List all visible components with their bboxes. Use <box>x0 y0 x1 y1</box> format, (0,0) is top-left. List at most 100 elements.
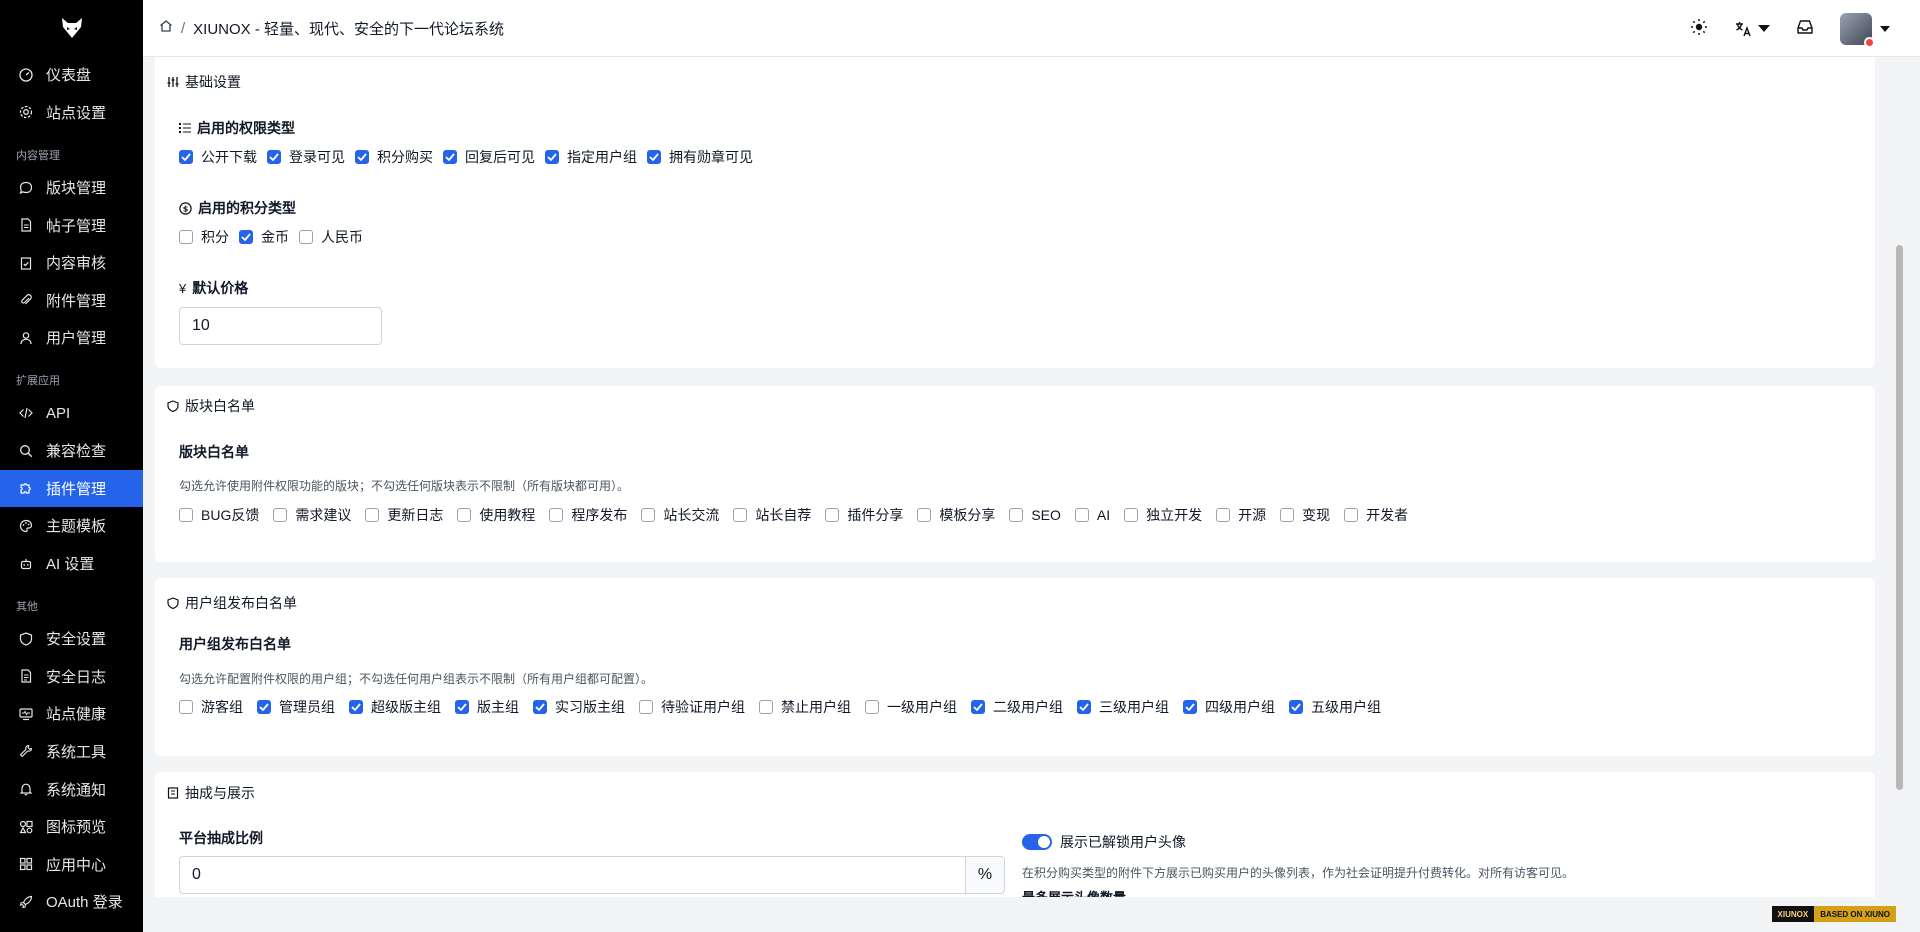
checkbox-option[interactable]: 开源 <box>1216 505 1266 525</box>
checkbox-option[interactable]: 一级用户组 <box>865 697 957 717</box>
scrollbar-thumb[interactable] <box>1896 245 1903 790</box>
checkbox-unchecked[interactable] <box>759 700 773 714</box>
checkbox-checked[interactable] <box>1077 700 1091 714</box>
checkbox-unchecked[interactable] <box>825 508 840 522</box>
checkbox-unchecked[interactable] <box>641 508 656 522</box>
checkbox-checked[interactable] <box>355 150 369 164</box>
checkbox-option[interactable]: 需求建议 <box>273 505 351 525</box>
powered-by-badge[interactable]: XIUNOX BASED ON XIUNO <box>1771 906 1896 922</box>
breadcrumb-title[interactable]: XIUNOX - 轻量、现代、安全的下一代论坛系统 <box>193 18 504 39</box>
checkbox-unchecked[interactable] <box>1124 508 1139 522</box>
checkbox-option[interactable]: BUG反馈 <box>179 505 259 525</box>
checkbox-unchecked[interactable] <box>179 230 193 244</box>
checkbox-unchecked[interactable] <box>365 508 380 522</box>
sidebar-item[interactable]: 系统工具 <box>0 733 143 771</box>
checkbox-checked[interactable] <box>533 700 547 714</box>
checkbox-unchecked[interactable] <box>549 508 564 522</box>
checkbox-option[interactable]: 站长自荐 <box>733 505 811 525</box>
checkbox-option[interactable]: 回复后可见 <box>443 147 535 167</box>
checkbox-unchecked[interactable] <box>1344 508 1359 522</box>
checkbox-option[interactable]: 程序发布 <box>549 505 627 525</box>
checkbox-checked[interactable] <box>257 700 271 714</box>
user-menu[interactable] <box>1840 12 1890 48</box>
checkbox-unchecked[interactable] <box>865 700 879 714</box>
checkbox-option[interactable]: 拥有勋章可见 <box>647 147 753 167</box>
checkbox-unchecked[interactable] <box>179 508 193 522</box>
sidebar-item[interactable]: 主题模板 <box>0 507 143 545</box>
checkbox-unchecked[interactable] <box>273 508 288 522</box>
checkbox-option[interactable]: 公开下载 <box>179 147 257 167</box>
checkbox-option[interactable]: 变现 <box>1280 505 1330 525</box>
checkbox-option[interactable]: 游客组 <box>179 697 243 717</box>
checkbox-option[interactable]: 使用教程 <box>457 505 535 525</box>
checkbox-option[interactable]: 模板分享 <box>917 505 995 525</box>
checkbox-checked[interactable] <box>1183 700 1197 714</box>
sidebar-item[interactable]: 系统通知 <box>0 770 143 808</box>
sidebar-item[interactable]: AI 设置 <box>0 545 143 583</box>
sidebar-item[interactable]: 插件管理 <box>0 469 143 508</box>
sidebar-item[interactable]: 仪表盘 <box>0 56 143 94</box>
checkbox-option[interactable]: 积分购买 <box>355 147 433 167</box>
checkbox-option[interactable]: 指定用户组 <box>545 147 637 167</box>
checkbox-option[interactable]: 超级版主组 <box>349 697 441 717</box>
checkbox-option[interactable]: 更新日志 <box>365 505 443 525</box>
checkbox-option[interactable]: 人民币 <box>299 227 363 247</box>
checkbox-checked[interactable] <box>545 150 559 164</box>
sidebar-item[interactable]: 版块管理 <box>0 169 143 207</box>
checkbox-checked[interactable] <box>179 150 193 164</box>
checkbox-option[interactable]: 积分 <box>179 227 229 247</box>
checkbox-option[interactable]: 版主组 <box>455 697 519 717</box>
sidebar-item[interactable]: 站点健康 <box>0 695 143 733</box>
sidebar-item[interactable]: 安全设置 <box>0 620 143 658</box>
sun-icon[interactable] <box>1690 18 1708 40</box>
checkbox-checked[interactable] <box>349 700 363 714</box>
checkbox-checked[interactable] <box>971 700 985 714</box>
checkbox-option[interactable]: 三级用户组 <box>1077 697 1169 717</box>
checkbox-checked[interactable] <box>443 150 457 164</box>
sidebar-item[interactable]: 站点设置 <box>0 94 143 132</box>
checkbox-unchecked[interactable] <box>457 508 472 522</box>
unlock-avatar-toggle[interactable] <box>1022 834 1052 850</box>
checkbox-option[interactable]: 金币 <box>239 227 289 247</box>
page-scrollbar[interactable] <box>1892 57 1906 897</box>
sidebar-item[interactable]: 兼容检查 <box>0 432 143 470</box>
checkbox-option[interactable]: 站长交流 <box>641 505 719 525</box>
checkbox-unchecked[interactable] <box>917 508 932 522</box>
checkbox-checked[interactable] <box>1289 700 1303 714</box>
checkbox-option[interactable]: 五级用户组 <box>1289 697 1381 717</box>
sidebar-item[interactable]: 应用中心 <box>0 845 143 883</box>
language-switcher[interactable] <box>1734 20 1770 38</box>
checkbox-checked[interactable] <box>267 150 281 164</box>
sidebar-item[interactable]: 安全日志 <box>0 658 143 696</box>
checkbox-unchecked[interactable] <box>179 700 193 714</box>
checkbox-unchecked[interactable] <box>1280 508 1295 522</box>
checkbox-unchecked[interactable] <box>1074 508 1089 522</box>
sidebar-item[interactable]: 帖子管理 <box>0 206 143 244</box>
checkbox-option[interactable]: SEO <box>1009 507 1061 523</box>
checkbox-unchecked[interactable] <box>639 700 653 714</box>
checkbox-unchecked[interactable] <box>1009 508 1024 522</box>
checkbox-option[interactable]: 待验证用户组 <box>639 697 745 717</box>
sidebar-item[interactable]: API <box>0 394 143 432</box>
checkbox-option[interactable]: 二级用户组 <box>971 697 1063 717</box>
checkbox-checked[interactable] <box>455 700 469 714</box>
checkbox-unchecked[interactable] <box>299 230 313 244</box>
checkbox-checked[interactable] <box>647 150 661 164</box>
checkbox-option[interactable]: 插件分享 <box>825 505 903 525</box>
commission-rate-input[interactable]: 0 <box>179 856 966 894</box>
checkbox-checked[interactable] <box>239 230 253 244</box>
checkbox-unchecked[interactable] <box>733 508 748 522</box>
checkbox-option[interactable]: AI <box>1074 507 1110 523</box>
checkbox-option[interactable]: 独立开发 <box>1124 505 1202 525</box>
checkbox-unchecked[interactable] <box>1216 508 1231 522</box>
checkbox-option[interactable]: 实习版主组 <box>533 697 625 717</box>
checkbox-option[interactable]: 禁止用户组 <box>759 697 851 717</box>
home-icon[interactable] <box>159 19 173 37</box>
logo[interactable] <box>0 0 143 56</box>
checkbox-option[interactable]: 开发者 <box>1344 505 1408 525</box>
inbox-icon[interactable] <box>1796 18 1814 40</box>
checkbox-option[interactable]: 四级用户组 <box>1183 697 1275 717</box>
sidebar-item[interactable]: 内容审核 <box>0 244 143 282</box>
default-price-input[interactable]: 10 <box>179 307 382 345</box>
sidebar-item[interactable]: 图标预览 <box>0 808 143 846</box>
